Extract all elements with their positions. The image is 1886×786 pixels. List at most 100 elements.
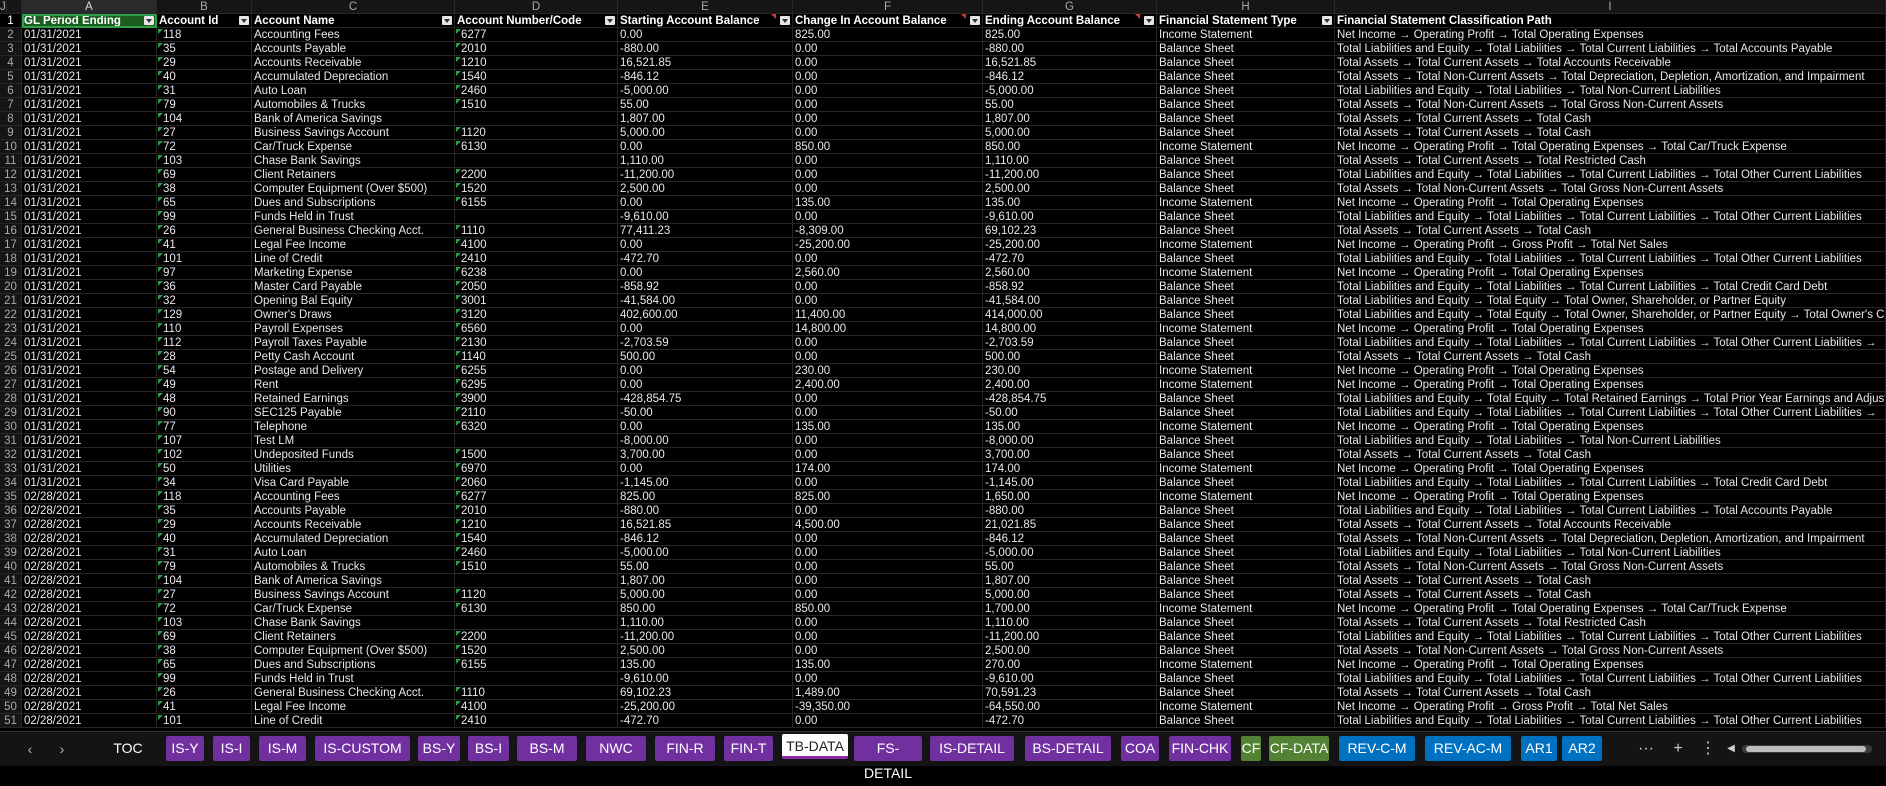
table-cell[interactable]: 104: [157, 574, 252, 588]
table-cell[interactable]: 70,591.23: [983, 686, 1157, 700]
table-cell[interactable]: 79: [157, 560, 252, 574]
row-number[interactable]: 35: [0, 490, 22, 504]
table-cell[interactable]: Total Assets → Total Current Assets → To…: [1335, 616, 1886, 630]
filter-dropdown-icon[interactable]: [780, 16, 790, 25]
table-cell[interactable]: 01/31/2021: [22, 154, 157, 168]
table-cell[interactable]: -25,200.00: [618, 700, 793, 714]
table-cell[interactable]: 0.00: [793, 672, 983, 686]
table-cell[interactable]: -11,200.00: [618, 168, 793, 182]
table-cell[interactable]: -5,000.00: [618, 546, 793, 560]
table-cell[interactable]: 55.00: [618, 560, 793, 574]
table-cell[interactable]: 1,110.00: [983, 616, 1157, 630]
table-cell[interactable]: -2,703.59: [618, 336, 793, 350]
column-title[interactable]: Starting Account Balance: [618, 14, 793, 28]
table-cell[interactable]: 0.00: [793, 56, 983, 70]
table-cell[interactable]: 1110: [455, 686, 618, 700]
row-number[interactable]: 6: [0, 84, 22, 98]
sheet-tab-tb-data[interactable]: TB-DATA: [782, 734, 848, 759]
table-cell[interactable]: 500.00: [618, 350, 793, 364]
table-cell[interactable]: 16,521.85: [983, 56, 1157, 70]
table-cell[interactable]: 1,807.00: [983, 112, 1157, 126]
table-cell[interactable]: 01/31/2021: [22, 42, 157, 56]
scrollbar-thumb[interactable]: [1746, 746, 1866, 752]
table-cell[interactable]: 112: [157, 336, 252, 350]
table-cell[interactable]: 103: [157, 616, 252, 630]
table-cell[interactable]: 6155: [455, 196, 618, 210]
table-cell[interactable]: 69: [157, 168, 252, 182]
table-cell[interactable]: 1,807.00: [618, 574, 793, 588]
table-cell[interactable]: 54: [157, 364, 252, 378]
table-cell[interactable]: -9,610.00: [618, 672, 793, 686]
table-cell[interactable]: [455, 672, 618, 686]
sheet-tab-is-m[interactable]: IS-M: [259, 736, 306, 761]
table-cell[interactable]: 3001: [455, 294, 618, 308]
row-number[interactable]: 14: [0, 196, 22, 210]
table-cell[interactable]: Net Income → Operating Profit → Gross Pr…: [1335, 238, 1886, 252]
row-number[interactable]: 22: [0, 308, 22, 322]
table-cell[interactable]: 6155: [455, 658, 618, 672]
table-cell[interactable]: Balance Sheet: [1157, 84, 1335, 98]
table-cell[interactable]: 0.00: [793, 84, 983, 98]
table-cell[interactable]: Total Liabilities and Equity → Total Lia…: [1335, 84, 1886, 98]
table-cell[interactable]: -846.12: [983, 70, 1157, 84]
table-cell[interactable]: 02/28/2021: [22, 588, 157, 602]
table-cell[interactable]: 48: [157, 392, 252, 406]
prev-sheet-icon[interactable]: ‹: [18, 739, 42, 759]
table-cell[interactable]: Balance Sheet: [1157, 630, 1335, 644]
table-cell[interactable]: -5,000.00: [983, 546, 1157, 560]
table-cell[interactable]: 01/31/2021: [22, 182, 157, 196]
table-cell[interactable]: [455, 434, 618, 448]
table-cell[interactable]: 01/31/2021: [22, 434, 157, 448]
table-cell[interactable]: 77,411.23: [618, 224, 793, 238]
table-cell[interactable]: Funds Held in Trust: [252, 210, 455, 224]
row-number[interactable]: 37: [0, 518, 22, 532]
table-cell[interactable]: Balance Sheet: [1157, 112, 1335, 126]
table-cell[interactable]: Rent: [252, 378, 455, 392]
table-cell[interactable]: -846.12: [983, 532, 1157, 546]
table-cell[interactable]: Total Assets → Total Current Assets → To…: [1335, 686, 1886, 700]
table-cell[interactable]: -9,610.00: [618, 210, 793, 224]
sheet-tab-is-custom[interactable]: IS-CUSTOM: [315, 736, 410, 761]
table-cell[interactable]: Chase Bank Savings: [252, 154, 455, 168]
sheet-tab-rev-ac-m[interactable]: REV-AC-M: [1425, 736, 1511, 761]
table-cell[interactable]: 02/28/2021: [22, 686, 157, 700]
row-number[interactable]: 46: [0, 644, 22, 658]
table-cell[interactable]: Balance Sheet: [1157, 252, 1335, 266]
table-cell[interactable]: Payroll Expenses: [252, 322, 455, 336]
table-cell[interactable]: 01/31/2021: [22, 140, 157, 154]
table-cell[interactable]: 500.00: [983, 350, 1157, 364]
table-cell[interactable]: 1,700.00: [983, 602, 1157, 616]
table-cell[interactable]: 101: [157, 714, 252, 728]
row-number[interactable]: 40: [0, 560, 22, 574]
table-cell[interactable]: 6320: [455, 420, 618, 434]
sheet-tab-fin-t[interactable]: FIN-T: [724, 736, 773, 761]
column-header-f[interactable]: F: [793, 0, 983, 14]
table-cell[interactable]: -25,200.00: [793, 238, 983, 252]
table-cell[interactable]: SEC125 Payable: [252, 406, 455, 420]
table-cell[interactable]: Car/Truck Expense: [252, 602, 455, 616]
table-cell[interactable]: Balance Sheet: [1157, 616, 1335, 630]
table-cell[interactable]: 110: [157, 322, 252, 336]
table-cell[interactable]: 69,102.23: [983, 224, 1157, 238]
table-cell[interactable]: 2,500.00: [983, 182, 1157, 196]
table-cell[interactable]: Balance Sheet: [1157, 280, 1335, 294]
table-cell[interactable]: 01/31/2021: [22, 252, 157, 266]
table-cell[interactable]: 01/31/2021: [22, 294, 157, 308]
table-cell[interactable]: 2460: [455, 546, 618, 560]
table-cell[interactable]: General Business Checking Acct.: [252, 224, 455, 238]
table-cell[interactable]: 02/28/2021: [22, 490, 157, 504]
table-cell[interactable]: 34: [157, 476, 252, 490]
table-cell[interactable]: Balance Sheet: [1157, 504, 1335, 518]
row-number[interactable]: 42: [0, 588, 22, 602]
table-cell[interactable]: -9,610.00: [983, 672, 1157, 686]
table-cell[interactable]: General Business Checking Acct.: [252, 686, 455, 700]
table-cell[interactable]: 135.00: [983, 420, 1157, 434]
table-cell[interactable]: 4,500.00: [793, 518, 983, 532]
table-cell[interactable]: Auto Loan: [252, 84, 455, 98]
sheet-tab-is-i[interactable]: IS-I: [213, 736, 250, 761]
table-cell[interactable]: Accounts Receivable: [252, 56, 455, 70]
table-cell[interactable]: Balance Sheet: [1157, 686, 1335, 700]
table-cell[interactable]: 0.00: [793, 714, 983, 728]
table-cell[interactable]: 6130: [455, 140, 618, 154]
sheet-tab-rev-c-m[interactable]: REV-C-M: [1339, 736, 1415, 761]
